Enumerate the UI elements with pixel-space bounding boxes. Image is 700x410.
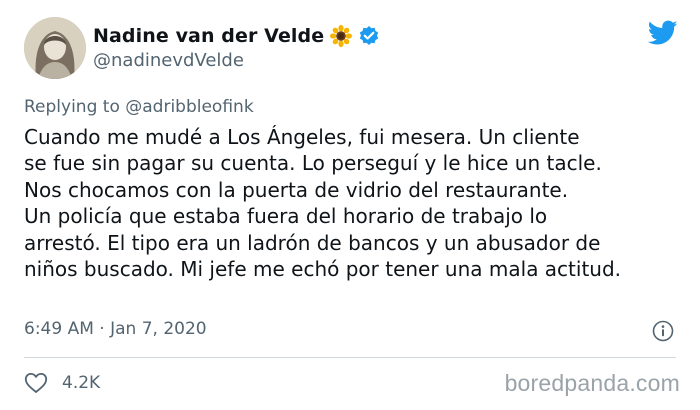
verified-badge-icon — [358, 25, 380, 47]
tweet-text-line: Un policía que estaba fuera del horario … — [24, 204, 548, 229]
heart-icon[interactable] — [24, 372, 48, 394]
like-count: 4.2K — [62, 373, 101, 393]
replying-to-label: Replying to — [24, 97, 126, 117]
divider — [24, 357, 676, 358]
display-name[interactable]: Nadine van der Velde — [93, 25, 324, 47]
tweet-text-line: niños buscado. Mi jefe me echó por tener… — [24, 257, 622, 282]
tweet-text: Cuando me mudé a Los Ángeles, fui mesera… — [24, 124, 694, 282]
twitter-bird-icon[interactable] — [647, 20, 678, 46]
reply-mention-link[interactable]: @adribbleofink — [125, 97, 253, 117]
like-action[interactable]: 4.2K — [24, 372, 100, 394]
tweet-text-line: Nos chocamos con la puerta de vidrio del… — [24, 177, 569, 202]
tweet-text-line: arrestó. El tipo era un ladrón de bancos… — [24, 230, 601, 255]
display-name-row: Nadine van der Velde — [93, 22, 380, 50]
info-icon[interactable] — [652, 320, 674, 342]
user-handle[interactable]: @nadinevdVelde — [93, 50, 244, 71]
avatar[interactable] — [24, 17, 86, 79]
tweet-timestamp[interactable]: 6:49 AM · Jan 7, 2020 — [24, 319, 207, 339]
tweet-text-line: Cuando me mudé a Los Ángeles, fui mesera… — [24, 125, 580, 149]
sunflower-icon — [330, 25, 353, 47]
avatar-image — [24, 17, 86, 79]
replying-to: Replying to @adribbleofink — [24, 97, 254, 117]
tweet-card: Nadine van der Velde @nadinevdVelde Repl… — [0, 0, 700, 410]
watermark: boredpanda.com — [504, 370, 680, 396]
tweet-text-line: se fue sin pagar su cuenta. Lo perseguí … — [24, 151, 602, 176]
